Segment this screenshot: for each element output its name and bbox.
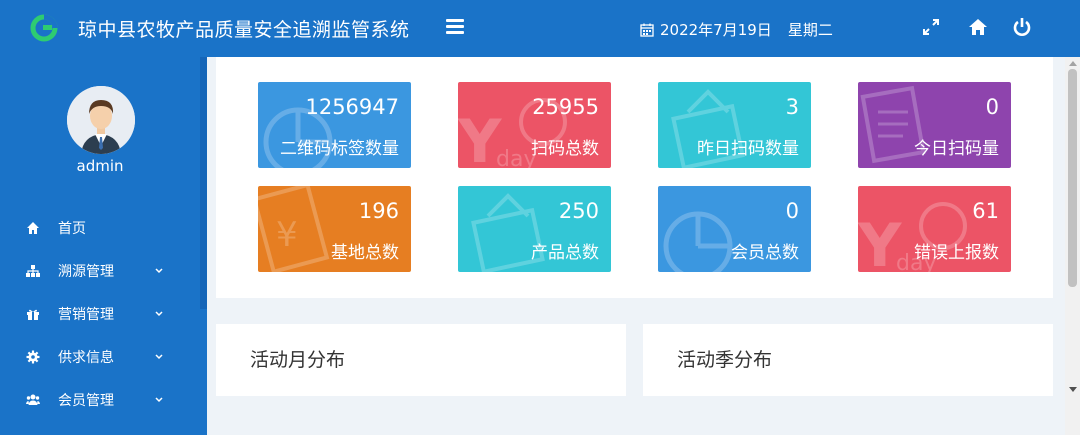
stat-label: 二维码标签数量	[280, 139, 399, 159]
menu-toggle-icon[interactable]	[446, 19, 464, 35]
username: admin	[76, 157, 124, 175]
stat-value: 196	[358, 199, 399, 223]
stat-card-members[interactable]: 0 会员总数	[658, 186, 811, 272]
sidebar-item-label: 溯源管理	[58, 264, 114, 280]
sidebar-item-label: 营销管理	[58, 307, 114, 323]
sitemap-icon	[26, 265, 40, 277]
date-text: 2022年7月19日	[660, 21, 772, 39]
sidebar-item-supply[interactable]: 供求信息	[0, 337, 200, 377]
main-scrollbar[interactable]	[1065, 57, 1080, 435]
gear-icon	[26, 350, 40, 364]
gift-icon	[27, 309, 39, 320]
chevron-down-icon	[155, 268, 163, 274]
calendar-icon	[640, 23, 654, 37]
scroll-up-icon[interactable]	[1069, 61, 1077, 66]
chevron-down-icon	[155, 311, 163, 317]
sidebar-item-members[interactable]: 会员管理	[0, 380, 200, 420]
chevron-down-icon	[155, 354, 163, 360]
stat-value: 61	[972, 199, 999, 223]
stat-value: 1256947	[305, 95, 399, 119]
stat-label: 昨日扫码数量	[697, 139, 799, 159]
stat-label: 扫码总数	[531, 139, 599, 159]
scroll-down-icon[interactable]	[1069, 387, 1077, 392]
sidebar-item-home[interactable]: 首页	[0, 208, 200, 248]
home-icon	[27, 222, 39, 234]
sidebar: admin 首页 溯源管理 营销管理 供求信息 会员管理	[0, 57, 207, 435]
app-title: 琼中县农牧产品质量安全追溯监管系统	[78, 19, 410, 41]
stat-card-error-reports[interactable]: Yday 61 错误上报数	[858, 186, 1011, 272]
sidebar-scroll-track	[200, 57, 207, 309]
panel-title: 活动季分布	[677, 349, 773, 371]
stat-label: 基地总数	[331, 243, 399, 263]
chevron-down-icon	[155, 397, 163, 403]
monthly-distribution-panel: 活动月分布	[216, 324, 626, 396]
app-logo	[30, 14, 58, 42]
stat-value: 250	[558, 199, 599, 223]
panel-title: 活动月分布	[250, 349, 346, 371]
stat-card-qr-tags[interactable]: 1256947 二维码标签数量	[258, 82, 411, 168]
avatar[interactable]	[67, 86, 135, 154]
stat-card-total-scans[interactable]: Yday 25955 扫码总数	[458, 82, 611, 168]
stat-label: 今日扫码量	[914, 139, 999, 159]
stat-card-yesterday-scans[interactable]: 3 昨日扫码数量	[658, 82, 811, 168]
stat-value: 0	[985, 95, 999, 119]
stat-card-bases[interactable]: ¥ 196 基地总数	[258, 186, 411, 272]
power-icon[interactable]	[1011, 16, 1033, 38]
stat-label: 会员总数	[731, 243, 799, 263]
stat-value: 3	[785, 95, 799, 119]
svg-text:¥: ¥	[276, 215, 298, 255]
users-icon	[26, 394, 40, 405]
stat-card-products[interactable]: 250 产品总数	[458, 186, 611, 272]
quarterly-distribution-panel: 活动季分布	[643, 324, 1053, 396]
sidebar-item-marketing[interactable]: 营销管理	[0, 294, 200, 334]
scrollbar-thumb[interactable]	[1068, 69, 1077, 287]
weekday-text: 星期二	[787, 21, 833, 39]
sidebar-item-label: 会员管理	[58, 393, 114, 409]
stat-value: 0	[785, 199, 799, 223]
sidebar-item-trace[interactable]: 溯源管理	[0, 251, 200, 291]
stat-label: 产品总数	[531, 243, 599, 263]
date-display: 2022年7月19日 星期二	[640, 19, 833, 40]
home-icon[interactable]	[967, 16, 989, 38]
top-header: 琼中县农牧产品质量安全追溯监管系统 2022年7月19日 星期二	[0, 0, 1080, 57]
stat-card-today-scans[interactable]: 0 今日扫码量	[858, 82, 1011, 168]
fullscreen-icon[interactable]	[920, 16, 942, 38]
sidebar-item-label: 首页	[58, 221, 86, 237]
stat-label: 错误上报数	[914, 243, 999, 263]
sidebar-item-label: 供求信息	[58, 350, 114, 366]
stat-value: 25955	[532, 95, 599, 119]
